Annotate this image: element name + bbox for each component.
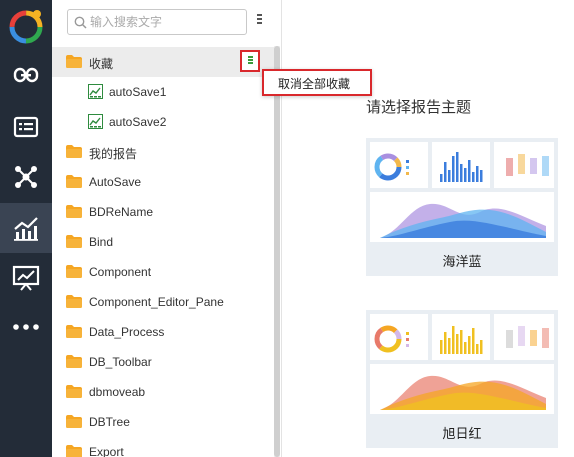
tree-item-label: autoSave1	[109, 85, 167, 99]
theme-name: 旭日红	[442, 426, 482, 441]
tree-folder-row[interactable]: Component	[52, 257, 274, 287]
tree-folder-row[interactable]: AutoSave	[52, 167, 274, 197]
mini-bar-chart	[432, 142, 490, 188]
network-icon	[15, 166, 37, 188]
tree-item-label: 收藏	[89, 57, 114, 71]
tree-list: 收藏 autoSave1 autoSave2 我的报告 AutoSave BDReName…	[52, 47, 274, 457]
tree-report-row[interactable]: autoSave1	[52, 77, 274, 107]
folder-icon	[66, 445, 82, 457]
mini-donut-chart	[370, 314, 428, 360]
tree-folder-row[interactable]: BDReName	[52, 197, 274, 227]
tree-folder-row[interactable]: DBTree	[52, 407, 274, 437]
folder-icon	[66, 265, 82, 278]
rail-network-button[interactable]	[0, 152, 52, 202]
panel-menu-icon[interactable]	[254, 14, 264, 28]
folder-icon	[66, 295, 82, 308]
more-icon	[13, 324, 39, 330]
folder-icon	[66, 385, 82, 398]
search-box	[67, 9, 247, 35]
search-input[interactable]	[90, 13, 242, 31]
bar-chart-icon	[14, 217, 38, 241]
tree-folder-row[interactable]: Export	[52, 437, 274, 457]
scrollbar-thumb[interactable]	[274, 46, 280, 457]
tree-item-label: autoSave2	[109, 115, 167, 129]
context-menu-unfavorite-all[interactable]: 取消全部收藏	[262, 69, 372, 96]
page-title: 请选择报告主题	[366, 99, 472, 116]
report-file-icon	[88, 84, 103, 99]
app-window: 收藏 autoSave1 autoSave2 我的报告 AutoSave BDReName…	[0, 0, 574, 457]
mini-box-chart	[494, 142, 554, 188]
rail-link-button[interactable]	[0, 50, 52, 100]
tree-folder-row[interactable]: 我的报告	[52, 137, 274, 167]
tree-folder-row[interactable]: Data_Process	[52, 317, 274, 347]
mini-donut-chart	[370, 142, 428, 188]
folder-icon	[66, 175, 82, 188]
theme-card-sunrise-red[interactable]: 旭日红	[366, 310, 558, 448]
favorites-menu-button[interactable]	[240, 50, 260, 72]
tree-item-label: Component	[89, 265, 152, 279]
tree-item-label: Data_Process	[89, 325, 165, 339]
tree-folder-row[interactable]: DB_Toolbar	[52, 347, 274, 377]
folder-icon	[66, 55, 82, 68]
rail-list-button[interactable]	[0, 102, 52, 152]
tree-folder-row[interactable]: Bind	[52, 227, 274, 257]
tree-folder-row[interactable]: Component_Editor_Pane	[52, 287, 274, 317]
tree-item-label: DB_Toolbar	[89, 355, 152, 369]
rail-chart-button[interactable]	[0, 203, 52, 253]
theme-card-ocean-blue[interactable]: 海洋蓝	[366, 138, 558, 276]
tree-item-label: Export	[89, 445, 124, 457]
tree-item-label: Component_Editor_Pane	[89, 295, 224, 309]
tree-report-row[interactable]: autoSave2	[52, 107, 274, 137]
tree-item-label: 我的报告	[89, 147, 138, 161]
theme-name: 海洋蓝	[442, 254, 482, 269]
list-card-icon	[13, 116, 39, 138]
folder-icon	[66, 205, 82, 218]
mini-area-chart	[370, 192, 554, 242]
tree-item-label: DBTree	[89, 415, 130, 429]
report-file-icon	[88, 114, 103, 129]
tree-item-label: dbmoveab	[89, 385, 146, 399]
search-icon	[74, 16, 87, 29]
mini-area-chart	[370, 364, 554, 414]
folder-icon	[66, 235, 82, 248]
theme-preview	[370, 142, 554, 242]
presentation-chart-icon	[12, 265, 40, 291]
rail-more-button[interactable]	[0, 302, 52, 352]
mini-bar-chart	[432, 314, 490, 360]
mini-box-chart	[494, 314, 554, 360]
tree-item-label: AutoSave	[89, 175, 142, 189]
tree-item-label: BDReName	[89, 205, 154, 219]
folder-icon	[66, 145, 82, 158]
folder-icon	[66, 355, 82, 368]
left-nav-rail	[0, 0, 52, 457]
tree-item-label: Bind	[89, 235, 114, 249]
tree-folder-row[interactable]: dbmoveab	[52, 377, 274, 407]
folder-icon	[66, 325, 82, 338]
theme-preview	[370, 314, 554, 414]
app-logo-icon	[9, 10, 43, 44]
link-icon	[13, 67, 39, 83]
rail-presentation-button[interactable]	[0, 253, 52, 303]
folder-icon	[66, 415, 82, 428]
